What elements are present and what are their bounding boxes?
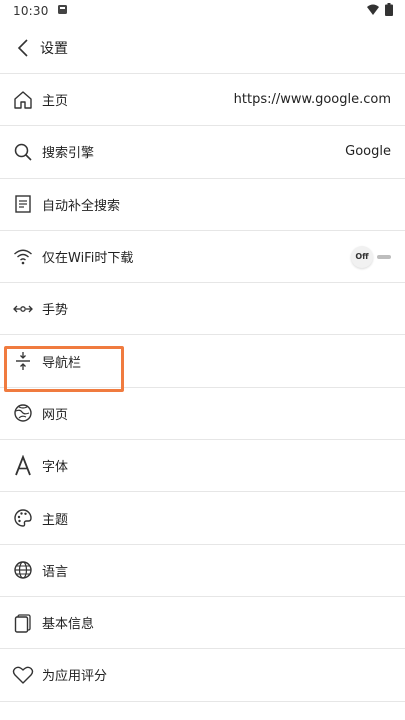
- info-page-icon: [12, 612, 34, 634]
- row-about[interactable]: 基本信息: [0, 597, 405, 650]
- row-label: 基本信息: [42, 617, 95, 633]
- row-webpage[interactable]: 网页: [0, 388, 405, 441]
- heart-icon: [12, 664, 34, 686]
- wifi-icon: [12, 246, 34, 268]
- settings-list: 主页 https://www.google.com 搜索引擎 Google 自动…: [0, 74, 405, 702]
- row-search-engine[interactable]: 搜索引擎 Google: [0, 126, 405, 179]
- row-label: 手势: [42, 303, 69, 319]
- row-wifi-only-download[interactable]: 仅在WiFi时下载 Off: [0, 231, 405, 284]
- row-label: 语言: [42, 564, 69, 580]
- row-font[interactable]: 字体: [0, 440, 405, 493]
- notification-icon: [57, 4, 68, 18]
- webpage-icon: [12, 402, 34, 424]
- gesture-icon: [12, 298, 34, 320]
- search-icon: [12, 141, 34, 163]
- row-label: 自动补全搜索: [42, 198, 121, 214]
- wifi-signal-icon: [367, 4, 379, 18]
- wifi-only-toggle[interactable]: Off: [351, 245, 391, 268]
- status-bar: 10:30: [0, 0, 405, 22]
- row-label: 仅在WiFi时下载: [42, 251, 134, 267]
- palette-icon: [12, 507, 34, 529]
- row-label: 导航栏: [42, 355, 82, 371]
- row-label: 主题: [42, 512, 69, 528]
- row-gestures[interactable]: 手势: [0, 283, 405, 336]
- settings-header: 设置: [0, 22, 405, 74]
- homepage-value: https://www.google.com: [233, 92, 391, 108]
- row-label: 为应用评分: [42, 669, 108, 685]
- home-icon: [12, 89, 34, 111]
- row-label: 字体: [42, 460, 69, 476]
- row-navigation-bar[interactable]: 导航栏: [0, 335, 405, 388]
- row-label: 搜索引擎: [42, 146, 95, 162]
- row-language[interactable]: 语言: [0, 545, 405, 597]
- toggle-state: Off: [351, 245, 373, 268]
- row-rate-app[interactable]: 为应用评分: [0, 649, 405, 702]
- search-engine-value: Google: [345, 144, 391, 160]
- toggle-track: [377, 254, 391, 259]
- chevron-left-icon: [17, 38, 28, 57]
- battery-icon: [385, 3, 393, 19]
- status-time: 10:30: [13, 4, 49, 18]
- row-theme[interactable]: 主题: [0, 492, 405, 545]
- row-autocomplete[interactable]: 自动补全搜索: [0, 179, 405, 231]
- font-icon: [12, 454, 34, 477]
- row-label: 网页: [42, 407, 69, 423]
- row-label: 主页: [42, 94, 69, 110]
- row-homepage[interactable]: 主页 https://www.google.com: [0, 74, 405, 127]
- document-icon: [12, 193, 34, 215]
- navigation-bar-icon: [12, 350, 34, 372]
- page-title: 设置: [40, 40, 68, 57]
- back-button[interactable]: [12, 37, 34, 59]
- globe-icon: [12, 559, 34, 581]
